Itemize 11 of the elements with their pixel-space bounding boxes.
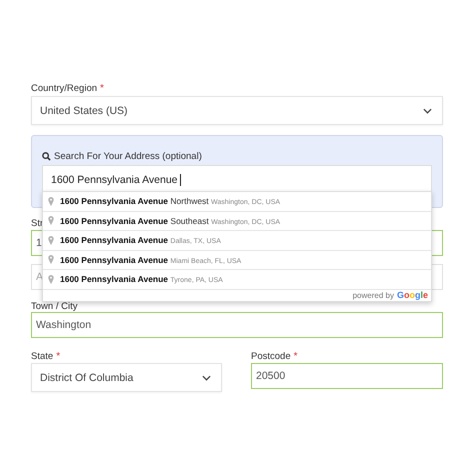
google-logo: Google <box>396 290 428 300</box>
field-label: Str <box>31 218 44 228</box>
required-mark: * <box>100 82 104 94</box>
field-label: Search For Your Address (optional) <box>54 150 202 162</box>
field-label: Town / City <box>31 300 78 312</box>
required-mark: * <box>294 350 298 362</box>
field-label: State <box>31 350 54 362</box>
field-label: Postcode <box>251 350 291 362</box>
attribution-text: powered by <box>352 290 394 300</box>
field-label: Country/Region <box>31 82 98 94</box>
required-mark: * <box>56 350 60 362</box>
